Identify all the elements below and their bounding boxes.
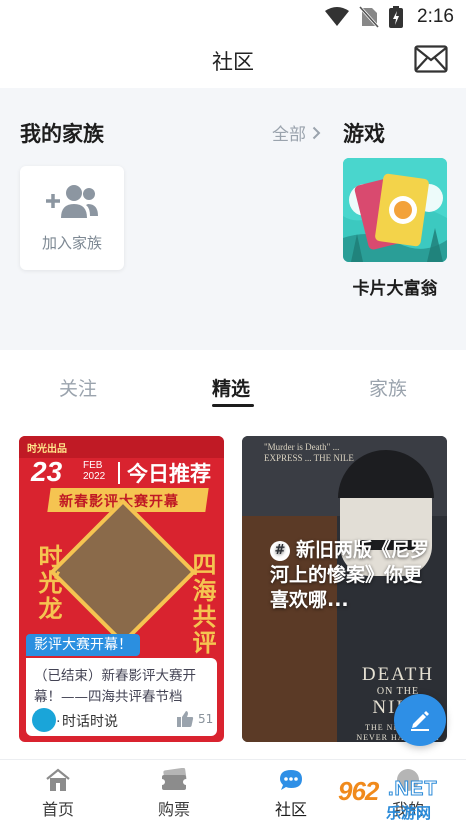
no-sim-icon — [359, 6, 380, 28]
tab-family[interactable]: 家族 — [369, 374, 407, 401]
games-title: 游戏 — [343, 122, 385, 146]
add-user-icon — [46, 185, 98, 218]
battery-icon — [389, 6, 404, 28]
see-all-label: 全部 — [272, 125, 306, 145]
contest-badge: 影评大赛开幕！ — [26, 634, 140, 656]
tab-featured[interactable]: 精选 — [212, 374, 250, 401]
poster-headline: 今日推荐 — [127, 462, 211, 486]
watermark-net: .NET — [388, 778, 438, 801]
poster-movie-still — [49, 498, 197, 646]
nav-community[interactable]: 社区 — [251, 768, 331, 820]
mail-button[interactable] — [414, 45, 448, 73]
watermark-number: 962 — [338, 776, 379, 806]
status-time: 2:16 — [417, 6, 454, 27]
author-name[interactable]: 时话时说 — [62, 711, 118, 731]
see-all-link[interactable]: 全部 — [272, 120, 321, 145]
poster-month: FEB 2022 — [83, 460, 105, 482]
poster-year: 2022 — [83, 471, 106, 482]
watermark-subtext: 乐游网 — [386, 804, 432, 822]
join-family-card[interactable]: 加入家族 — [20, 166, 124, 270]
tab-follow[interactable]: 关注 — [59, 374, 97, 401]
card-game-image — [343, 158, 447, 262]
poster-divider — [118, 462, 120, 484]
site-watermark: 962 .NET 乐游网 — [334, 776, 464, 824]
page-title: 社区 — [212, 50, 254, 74]
join-family-label: 加入家族 — [41, 234, 102, 252]
nav-home-label: 首页 — [41, 800, 74, 819]
active-tab-indicator — [212, 404, 254, 407]
app-header: 社区 — [0, 34, 466, 88]
card-overlay-text: 新旧两版《尼罗河上的惨案》你更喜欢哪... — [270, 539, 430, 611]
like-count: 51 — [198, 712, 214, 726]
card-overlay-title: # 新旧两版《尼罗河上的惨案》你更喜欢哪... — [270, 538, 430, 613]
families-title: 我的家族 — [20, 122, 104, 146]
home-icon — [46, 768, 70, 791]
nav-community-label: 社区 — [274, 800, 307, 819]
hashtag-icon: # — [270, 541, 290, 561]
chat-bubble-icon — [280, 770, 302, 790]
poster-month-name: FEB — [83, 460, 103, 471]
card-info-panel: （已结束）新春影评大赛开幕！——四海共评春节档 时... 时话时说 51 — [26, 658, 217, 736]
feed-card-contest[interactable]: 时光出品 23 FEB 2022 今日推荐 新春影评大赛开幕 时光龙 四海共评 … — [19, 436, 224, 742]
poster-day: 23 — [31, 456, 63, 487]
poster-brand: 时光出品 — [27, 444, 67, 455]
chevron-right-icon — [312, 126, 321, 139]
compose-button[interactable] — [394, 694, 446, 746]
poster-tagline: DEATH — [361, 664, 435, 685]
poster-side-text-right: 四海共评 — [188, 552, 216, 656]
game-name[interactable]: 卡片大富翁 — [343, 274, 447, 299]
ticket-icon — [160, 768, 188, 790]
poster-side-text-left: 时光龙 — [34, 544, 62, 622]
mail-icon — [414, 45, 448, 73]
nav-home[interactable]: 首页 — [18, 768, 98, 820]
pen-icon — [411, 711, 429, 731]
nav-tickets-label: 购票 — [157, 800, 190, 819]
nav-tickets[interactable]: 购票 — [134, 768, 214, 820]
wifi-icon — [325, 7, 350, 26]
status-icons: 2:16 — [325, 6, 454, 28]
game-thumbnail[interactable] — [343, 158, 447, 262]
feed-tabs: 关注 精选 家族 — [0, 350, 466, 414]
status-bar: 2:16 — [0, 0, 466, 34]
author-avatar[interactable] — [32, 708, 56, 732]
poster-small-text: "Murder is Death" ... EXPRESS ... THE NI… — [264, 442, 354, 463]
thumbs-up-icon[interactable] — [176, 710, 194, 728]
families-games-section: 我的家族 全部 游戏 加入家族 卡片大富翁 — [0, 88, 466, 350]
